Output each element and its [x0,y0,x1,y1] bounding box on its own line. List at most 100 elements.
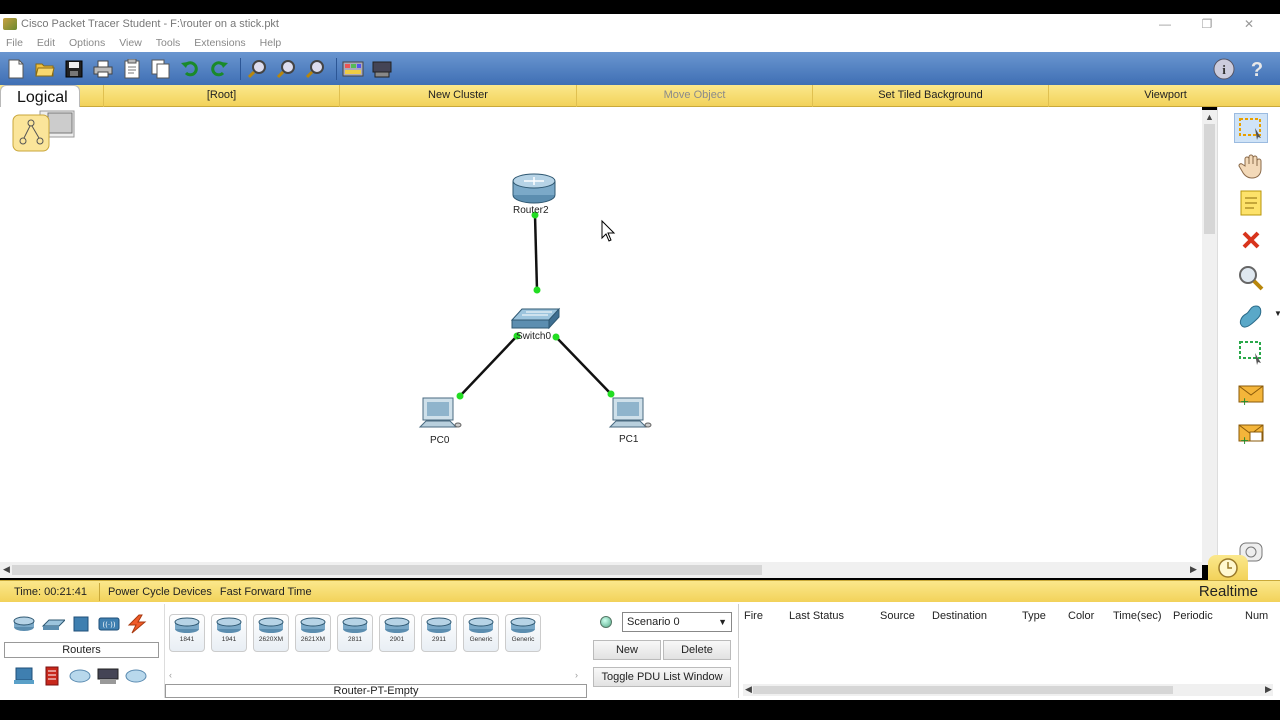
delete-icon[interactable] [1234,225,1268,255]
menu-edit[interactable]: Edit [37,37,55,49]
router2-icon[interactable] [512,173,556,204]
workspace-bar: [Root] New Cluster Move Object Set Tiled… [0,85,1280,107]
logical-workspace-canvas[interactable]: Router2 Switch0 PC0 PC1 [0,107,1202,562]
column-color[interactable]: Color [1068,610,1094,622]
switch0-label: Switch0 [516,331,552,342]
link-switch0-pc0[interactable] [459,335,518,397]
realtime-mode-label[interactable]: Realtime [1199,581,1258,603]
menu-file[interactable]: File [6,37,23,49]
fast-forward-time-button[interactable]: Fast Forward Time [220,586,312,598]
connections-category-icon[interactable] [125,614,149,634]
move-object-button[interactable]: Move Object [576,85,812,107]
column-num[interactable]: Num [1245,610,1268,622]
resize-shape-icon[interactable] [1234,337,1268,367]
svg-text:((·)): ((·)) [102,621,115,629]
custom-devices-category-icon[interactable] [96,666,120,686]
vertical-scroll-thumb[interactable] [1204,124,1215,234]
security-category-icon[interactable] [40,666,64,686]
column-destination[interactable]: Destination [932,610,987,622]
canvas-horizontal-scrollbar[interactable]: ◀ ▶ [0,562,1202,578]
device-model-item[interactable]: 2621XM [295,614,331,652]
select-icon[interactable] [1234,113,1268,143]
column-fire[interactable]: Fire [744,610,763,622]
move-layout-icon[interactable] [1234,151,1268,181]
close-button[interactable]: ✕ [1228,14,1270,34]
zoom-in-icon[interactable] [245,57,269,81]
draw-shape-icon[interactable]: ▼ [1234,301,1280,331]
menu-tools[interactable]: Tools [156,37,181,49]
set-tiled-background-button[interactable]: Set Tiled Background [812,85,1048,107]
title-bar: Cisco Packet Tracer Student - F:\router … [0,14,1280,34]
column-time-sec[interactable]: Time(sec) [1113,610,1161,622]
device-model-item[interactable]: Generic [463,614,499,652]
palette-icon[interactable] [341,57,365,81]
viewport-button[interactable]: Viewport [1048,85,1280,107]
custom-device-icon[interactable] [370,57,394,81]
switches-category-icon[interactable] [41,614,65,634]
zoom-out-icon[interactable] [303,57,327,81]
column-last-status[interactable]: Last Status [789,610,844,622]
undo-icon[interactable] [178,57,202,81]
menu-extensions[interactable]: Extensions [194,37,245,49]
help-icon[interactable]: ? [1245,57,1269,81]
copy-icon[interactable] [149,57,173,81]
menu-help[interactable]: Help [260,37,282,49]
toggle-pdu-list-button[interactable]: Toggle PDU List Window [593,667,731,687]
print-icon[interactable] [91,57,115,81]
maximize-button[interactable]: ❐ [1186,14,1228,34]
pdu-scroll-thumb[interactable] [753,686,1173,694]
device-panel-scrollbar[interactable]: ‹ › [165,670,585,682]
realtime-clock-tab[interactable] [1208,555,1248,580]
scenario-select[interactable]: Scenario 0 ▼ [622,612,732,632]
scenario-panel: Scenario 0 ▼ New Delete Toggle PDU List W… [590,604,736,698]
canvas-vertical-scrollbar[interactable]: ▲ [1202,110,1217,565]
bottom-panel: ((·)) Routers 1841 1941 2620XM 2621XM 28… [0,602,1280,700]
end-devices-category-icon[interactable] [12,666,36,686]
link-router2-switch0[interactable] [533,214,539,291]
new-file-icon[interactable] [4,57,28,81]
routers-category-icon[interactable] [12,614,36,634]
column-type[interactable]: Type [1022,610,1046,622]
new-scenario-button[interactable]: New [593,640,661,660]
new-cluster-button[interactable]: New Cluster [339,85,576,107]
device-model-item[interactable]: 1841 [169,614,205,652]
inspect-icon[interactable] [1234,263,1268,293]
switch0-icon[interactable] [510,307,561,330]
place-note-icon[interactable] [1234,188,1268,218]
redo-icon[interactable] [207,57,231,81]
device-model-item[interactable]: 2911 [421,614,457,652]
minimize-button[interactable]: — [1144,14,1186,34]
activity-wizard-icon[interactable] [120,57,144,81]
hubs-category-icon[interactable] [69,614,93,634]
scenario-info-icon[interactable] [600,616,612,628]
column-periodic[interactable]: Periodic [1173,610,1213,622]
zoom-reset-icon[interactable] [274,57,298,81]
menu-options[interactable]: Options [69,37,105,49]
menu-view[interactable]: View [119,37,142,49]
delete-scenario-button[interactable]: Delete [663,640,731,660]
device-model-item[interactable]: 2901 [379,614,415,652]
add-complex-pdu-icon[interactable]: + [1234,418,1268,448]
pc1-icon[interactable] [608,397,652,428]
wireless-category-icon[interactable]: ((·)) [97,614,121,634]
link-light-pc0 [456,392,464,400]
horizontal-scroll-thumb[interactable] [12,565,762,575]
menu-bar: File Edit Options View Tools Extensions … [0,34,1280,52]
selected-device-name: Router-PT-Empty [165,684,587,698]
device-model-item[interactable]: 1941 [211,614,247,652]
add-simple-pdu-icon[interactable]: + [1234,379,1268,409]
link-switch0-pc1[interactable] [555,336,612,395]
root-button[interactable]: [Root] [103,85,339,107]
device-model-item[interactable]: 2811 [337,614,373,652]
pdu-table-scrollbar[interactable]: ◀ ▶ [743,684,1273,696]
multiuser-category-icon[interactable] [124,666,148,686]
device-model-item[interactable]: Generic [505,614,541,652]
pc0-icon[interactable] [418,397,462,428]
wan-emulation-category-icon[interactable] [68,666,92,686]
power-cycle-devices-button[interactable]: Power Cycle Devices [108,586,212,598]
info-icon[interactable]: i [1212,57,1236,81]
open-folder-icon[interactable] [33,57,57,81]
save-icon[interactable] [62,57,86,81]
device-model-item[interactable]: 2620XM [253,614,289,652]
column-source[interactable]: Source [880,610,915,622]
